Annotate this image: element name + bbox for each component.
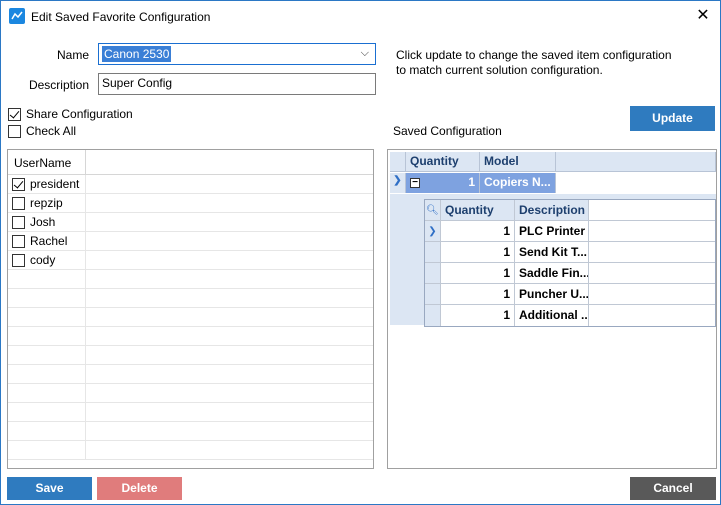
app-icon	[9, 8, 25, 24]
window-title: Edit Saved Favorite Configuration	[31, 10, 211, 24]
detail-quantity: 1	[441, 284, 515, 304]
empty-row	[8, 289, 373, 308]
grid-header: Quantity Model	[390, 152, 716, 172]
row-indicator	[425, 242, 441, 262]
detail-quantity: 1	[441, 305, 515, 326]
user-row[interactable]: repzip	[8, 194, 373, 213]
empty-row	[8, 365, 373, 384]
detail-grid: 🔍︎ Quantity Description ❯ 1 PLC Printer …	[424, 199, 716, 327]
info-line-2: to match current solution configuration.	[396, 63, 603, 77]
checkbox-icon[interactable]	[8, 124, 21, 138]
detail-description: Additional ...	[515, 305, 589, 326]
description-value: Super Config	[102, 76, 173, 90]
user-name: repzip	[30, 196, 63, 210]
row-indicator	[425, 305, 441, 326]
model-cell[interactable]: Copiers N...	[480, 173, 556, 193]
row-indicator-icon: ❯	[390, 173, 406, 193]
user-row[interactable]: president	[8, 175, 373, 194]
grid-row-selected[interactable]: ❯ − 1 Copiers N...	[390, 173, 556, 193]
search-icon[interactable]: 🔍︎	[425, 200, 441, 220]
quantity-value: 1	[468, 175, 475, 189]
delete-button[interactable]: Delete	[97, 477, 182, 500]
detail-header: 🔍︎ Quantity Description	[425, 200, 715, 221]
detail-description-header[interactable]: Description	[515, 200, 589, 220]
detail-description: PLC Printer	[515, 221, 589, 241]
user-name: Josh	[30, 215, 56, 229]
checkbox-checked-icon[interactable]	[12, 177, 25, 191]
empty-row	[8, 384, 373, 403]
detail-quantity: 1	[441, 263, 515, 283]
name-value: Canon 2530	[102, 46, 172, 62]
user-name: Rachel	[30, 234, 68, 248]
empty-row	[8, 441, 373, 460]
empty-row	[8, 422, 373, 441]
collapse-icon[interactable]: −	[410, 178, 420, 188]
quantity-cell[interactable]: − 1	[406, 173, 480, 193]
grid-header-filler	[556, 152, 716, 172]
save-button[interactable]: Save	[7, 477, 92, 500]
detail-row[interactable]: 1 Additional ...	[425, 305, 715, 326]
update-info-text: Click update to change the saved item co…	[396, 48, 672, 78]
checkbox-checked-icon[interactable]	[8, 107, 21, 121]
cancel-button[interactable]: Cancel	[630, 477, 716, 500]
description-label: Description	[28, 78, 89, 92]
name-combobox[interactable]: Canon 2530 ⌵	[98, 43, 376, 65]
detail-row[interactable]: ❯ 1 PLC Printer	[425, 221, 715, 242]
update-button[interactable]: Update	[630, 106, 715, 131]
detail-row[interactable]: 1 Saddle Fin...	[425, 263, 715, 284]
detail-quantity: 1	[441, 242, 515, 262]
share-configuration-label: Share Configuration	[26, 107, 133, 121]
check-all-checkbox[interactable]: Check All	[8, 124, 76, 138]
detail-description: Saddle Fin...	[515, 263, 589, 283]
grid-indicator-header	[390, 152, 406, 172]
detail-description: Puncher U...	[515, 284, 589, 304]
detail-quantity-header[interactable]: Quantity	[441, 200, 515, 220]
description-input[interactable]: Super Config	[98, 73, 376, 95]
empty-row	[8, 403, 373, 422]
detail-quantity: 1	[441, 221, 515, 241]
title-bar: Edit Saved Favorite Configuration ✕	[1, 1, 720, 31]
user-name: president	[30, 177, 80, 191]
empty-row	[8, 346, 373, 365]
detail-row[interactable]: 1 Send Kit T...	[425, 242, 715, 263]
saved-configuration-grid: Quantity Model ❯ − 1 Copiers N... 🔍︎ Qua…	[387, 149, 717, 469]
user-row[interactable]: Rachel	[8, 232, 373, 251]
check-all-label: Check All	[26, 124, 77, 138]
chevron-down-icon[interactable]: ⌵	[361, 47, 369, 60]
checkbox-icon[interactable]	[12, 253, 25, 267]
detail-description: Send Kit T...	[515, 242, 589, 262]
empty-row	[8, 327, 373, 346]
users-list: UserName president repzip Josh Rachel co…	[7, 149, 374, 469]
checkbox-icon[interactable]	[12, 196, 25, 210]
checkbox-icon[interactable]	[12, 215, 25, 229]
close-icon[interactable]: ✕	[692, 5, 714, 27]
row-indicator-icon: ❯	[425, 221, 441, 241]
empty-row	[8, 308, 373, 327]
empty-row	[8, 270, 373, 289]
share-configuration-checkbox[interactable]: Share Configuration	[8, 107, 133, 121]
quantity-column-header[interactable]: Quantity	[406, 152, 480, 172]
saved-configuration-label: Saved Configuration	[393, 124, 502, 138]
model-column-header[interactable]: Model	[480, 152, 556, 172]
username-column-header[interactable]: UserName	[8, 150, 86, 174]
checkbox-icon[interactable]	[12, 234, 25, 248]
row-indicator	[425, 263, 441, 283]
user-name: cody	[30, 253, 56, 267]
row-indicator	[425, 284, 441, 304]
name-label: Name	[56, 48, 89, 62]
user-row[interactable]: Josh	[8, 213, 373, 232]
detail-row[interactable]: 1 Puncher U...	[425, 284, 715, 305]
info-line-1: Click update to change the saved item co…	[396, 48, 672, 62]
user-row[interactable]: cody	[8, 251, 373, 270]
dialog-window: Edit Saved Favorite Configuration ✕ Name…	[0, 0, 721, 505]
users-header: UserName	[8, 150, 373, 175]
